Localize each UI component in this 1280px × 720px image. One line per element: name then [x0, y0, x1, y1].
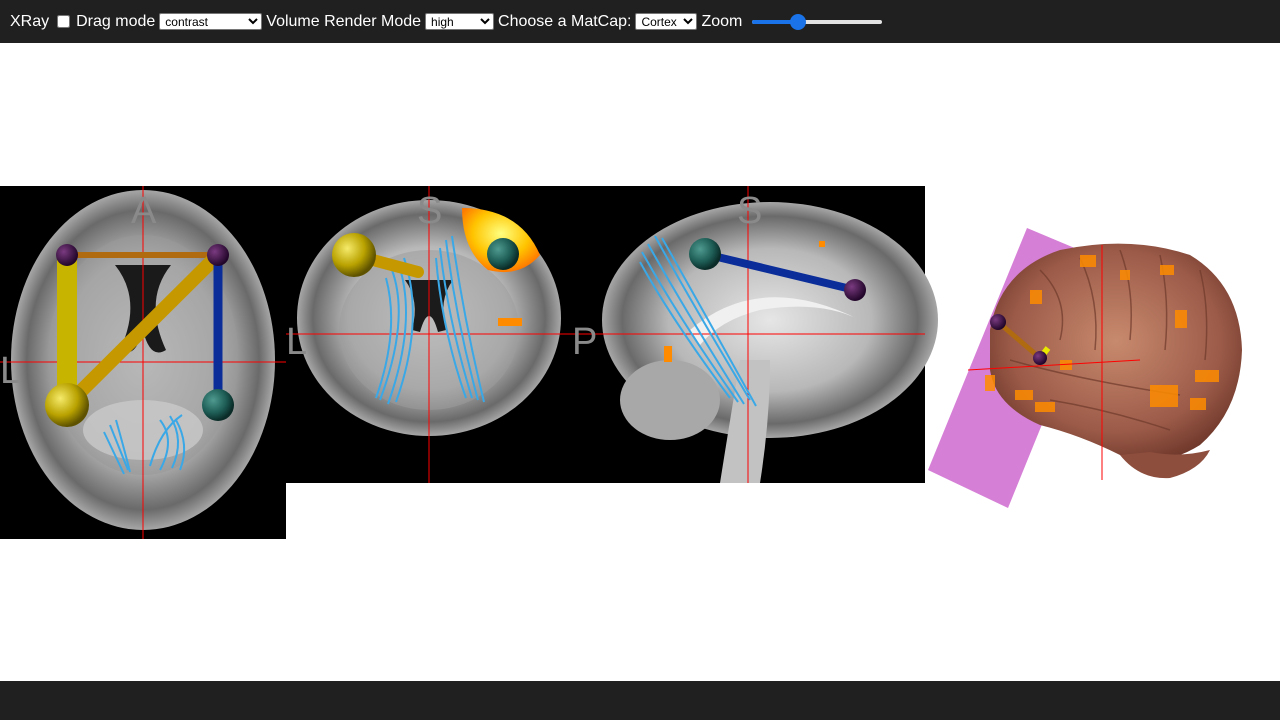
- coronal-label-left: L: [286, 321, 307, 363]
- cerebellum-surface: [1120, 450, 1210, 479]
- coronal-view[interactable]: S L: [286, 186, 572, 483]
- render-3d-view[interactable]: [928, 228, 1242, 508]
- sagittal-label-top: S: [737, 190, 762, 232]
- sagittal-node-teal: [689, 238, 721, 270]
- sagittal-label-left: P: [572, 321, 597, 363]
- sagittal-view[interactable]: S P: [572, 186, 938, 483]
- viewer-canvas[interactable]: A L S L S P: [0, 0, 1280, 720]
- coronal-label-top: S: [417, 190, 442, 232]
- axial-node-purple-left: [56, 244, 78, 266]
- sagittal-node-purple: [844, 279, 866, 301]
- footer-bar: [0, 681, 1280, 720]
- coronal-node-teal: [487, 238, 519, 270]
- render-node-1: [990, 314, 1006, 330]
- axial-node-yellow: [45, 383, 89, 427]
- coronal-node-yellow: [332, 233, 376, 277]
- axial-node-purple-right: [207, 244, 229, 266]
- axial-label-left: L: [0, 350, 21, 392]
- axial-label-top: A: [131, 190, 157, 232]
- axial-node-teal: [202, 389, 234, 421]
- render-node-2: [1033, 351, 1047, 365]
- axial-view[interactable]: A L: [0, 186, 286, 539]
- sagittal-cerebellum: [620, 360, 720, 440]
